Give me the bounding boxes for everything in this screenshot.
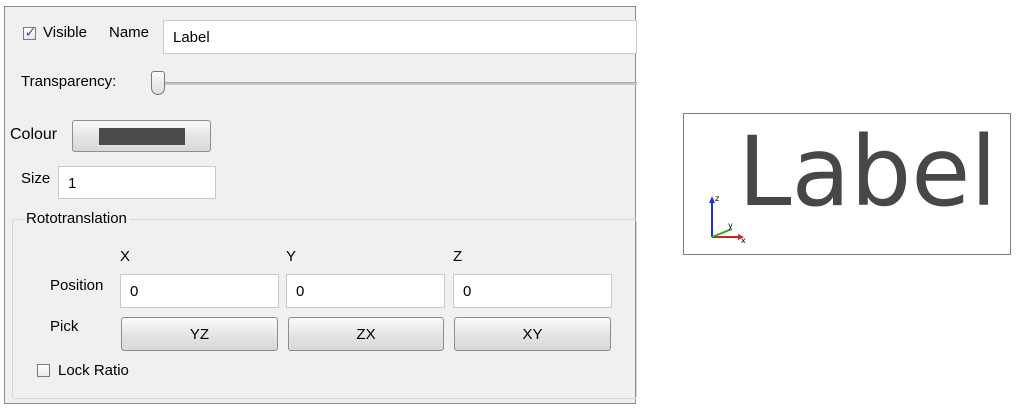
transparency-slider-track[interactable]	[155, 82, 637, 85]
size-field[interactable]: 1	[58, 166, 216, 199]
pick-label: Pick	[50, 318, 79, 335]
check-mark-icon: ✓	[24, 24, 37, 40]
lock-ratio-checkbox[interactable]	[37, 364, 50, 377]
y-column-header: Y	[286, 248, 297, 265]
pick-zx-button[interactable]: ZX	[288, 317, 444, 351]
preview-label-text: Label	[738, 116, 997, 228]
position-x-field[interactable]: 0	[120, 274, 279, 308]
axes-gizmo-icon: z y x	[709, 194, 746, 244]
size-label: Size	[21, 170, 51, 187]
colour-label: Colour	[10, 126, 58, 143]
z-column-header: Z	[453, 248, 463, 265]
transparency-label: Transparency:	[21, 73, 117, 90]
x-column-header: X	[120, 248, 131, 265]
x-axis-letter: x	[741, 236, 746, 244]
colour-swatch	[98, 127, 185, 145]
position-y-field[interactable]: 0	[286, 274, 445, 308]
colour-button[interactable]	[72, 120, 211, 152]
lock-ratio-label: Lock Ratio	[58, 362, 129, 379]
name-label: Name	[109, 24, 150, 41]
z-axis-letter: z	[715, 194, 719, 203]
label-properties-panel: ✓ Visible Name Label Transparency: Colou…	[4, 6, 637, 404]
position-z-field[interactable]: 0	[453, 274, 612, 308]
rototranslation-title: Rototranslation	[23, 210, 130, 228]
label-preview: Label z y x	[683, 113, 1011, 255]
visible-label: Visible	[43, 24, 87, 41]
pick-xy-button[interactable]: XY	[454, 317, 611, 351]
y-axis-letter: y	[728, 221, 733, 230]
transparency-slider-thumb[interactable]	[151, 71, 165, 95]
visible-checkbox[interactable]: ✓	[23, 24, 37, 40]
pick-yz-button[interactable]: YZ	[121, 317, 278, 351]
name-field[interactable]: Label	[163, 20, 637, 54]
position-label: Position	[50, 277, 104, 294]
y-axis-line	[711, 228, 733, 238]
